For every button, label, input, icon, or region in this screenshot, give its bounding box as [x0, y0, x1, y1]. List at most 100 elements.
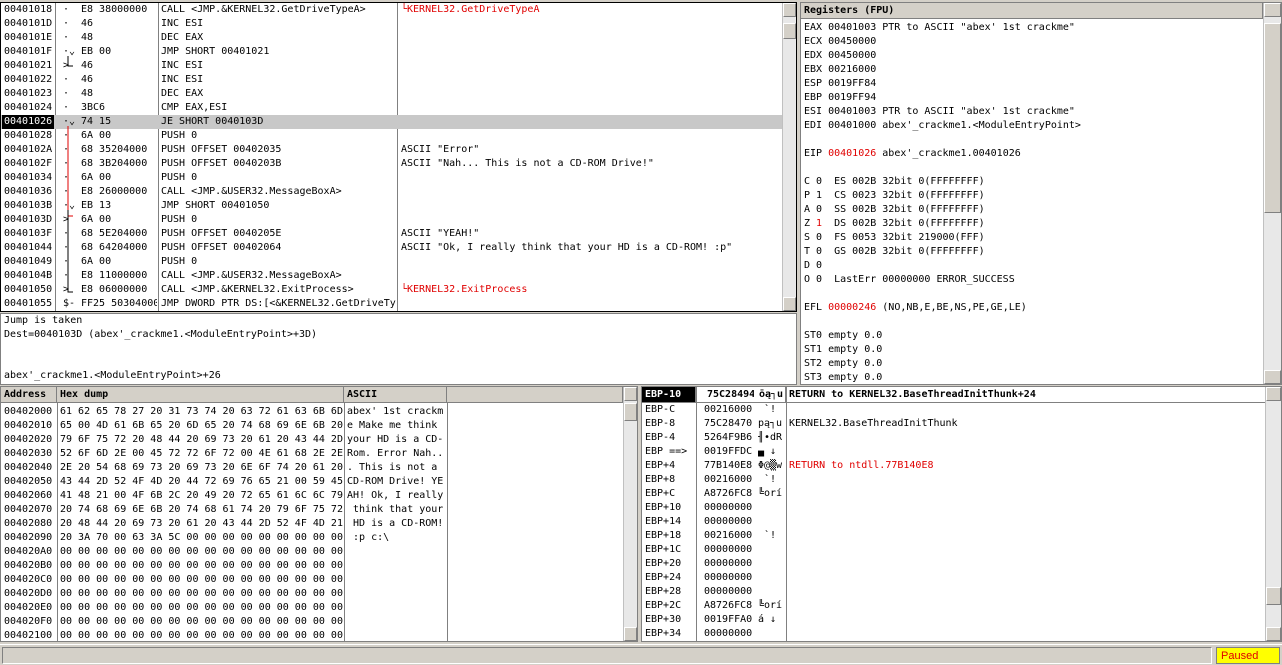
disasm-row[interactable]: 00401021 >46 INC ESI: [1, 59, 784, 73]
register-line[interactable]: EFL 00000246 (NO,NB,E,BE,NS,PE,GE,LE): [804, 301, 1254, 315]
register-line[interactable]: ST0 empty 0.0: [804, 329, 1254, 343]
stack-row[interactable]: EBP+4 77B140E8 Φ@▒w RETURN to ntdll.77B140E…: [642, 459, 1267, 473]
disasm-row[interactable]: 0040101D · 46 INC ESI: [1, 17, 784, 31]
stack-row[interactable]: EBP+1C 00000000: [642, 543, 1267, 557]
disasm-row[interactable]: 0040101F ·⌄ EB 00 JMP SHORT 00401021: [1, 45, 784, 59]
stack-row[interactable]: EBP+30 0019FFA0 á ↓: [642, 613, 1267, 627]
dump-row[interactable]: 004020C0 00 00 00 00 00 00 00 00 00 00 00…: [1, 573, 623, 587]
register-line[interactable]: ST3 empty 0.0: [804, 371, 1254, 384]
stack-row[interactable]: EBP-4 5264F9B6 ╢•dR: [642, 431, 1267, 445]
info-line-3: abex'_crackme1.<ModuleEntryPoint>+26: [4, 370, 221, 381]
stack-row[interactable]: EBP+28 00000000: [642, 585, 1267, 599]
dump-row[interactable]: 00402010 65 00 4D 61 6B 65 20 6D 65 20 74…: [1, 419, 623, 433]
register-line[interactable]: [804, 161, 1254, 175]
dump-row[interactable]: 004020F0 00 00 00 00 00 00 00 00 00 00 00…: [1, 615, 623, 629]
disasm-row[interactable]: 00401050 > E8 06000000 CALL <JMP.&KERNEL32…: [1, 283, 784, 297]
disasm-row[interactable]: 0040102A · 68 35204000 PUSH OFFSET 0040203…: [1, 143, 784, 157]
register-line[interactable]: T 0 GS 002B 32bit 0(FFFFFFFF): [804, 245, 1254, 259]
stack-row[interactable]: EBP+20 00000000: [642, 557, 1267, 571]
register-line[interactable]: ESP 0019FF84: [804, 77, 1254, 91]
stack-row[interactable]: EBP-8 75C28470 pą┐u KERNEL32.BaseThreadInit…: [642, 417, 1267, 431]
disasm-row[interactable]: 00401018 · E8 38000000 CALL <JMP.&KERNEL32…: [1, 3, 784, 17]
disasm-row[interactable]: 00401028 · 6A 00 PUSH 0: [1, 129, 784, 143]
disasm-row[interactable]: 0040103B ·⌄ EB 13 JMP SHORT 00401050: [1, 199, 784, 213]
register-line[interactable]: P 1 CS 0023 32bit 0(FFFFFFFF): [804, 189, 1254, 203]
registers-pane[interactable]: Registers (FPU) EAX 00401003 PTR to ASCI…: [800, 2, 1282, 385]
register-line[interactable]: [804, 315, 1254, 329]
dump-row[interactable]: 00402020 79 6F 75 72 20 48 44 20 69 73 20…: [1, 433, 623, 447]
disasm-row[interactable]: 00401034 · 6A 00 PUSH 0: [1, 171, 784, 185]
stack-row[interactable]: EBP-C 00216000 `!: [642, 403, 1267, 417]
dump-row[interactable]: 004020B0 00 00 00 00 00 00 00 00 00 00 00…: [1, 559, 623, 573]
stack-row[interactable]: EBP+2C A8726FC8 ╚orí: [642, 599, 1267, 613]
disasm-row[interactable]: 0040103F · 68 5E204000 PUSH OFFSET 0040205…: [1, 227, 784, 241]
info-line-2: Dest=0040103D (abex'_crackme1.<ModuleEnt…: [4, 329, 318, 340]
register-line[interactable]: A 0 SS 002B 32bit 0(FFFFFFFF): [804, 203, 1254, 217]
disasm-row[interactable]: 00401024 · 3BC6 CMP EAX,ESI: [1, 101, 784, 115]
stack-scrollbar[interactable]: [1265, 387, 1281, 641]
disasm-row[interactable]: 00401044 · 68 64204000 PUSH OFFSET 0040206…: [1, 241, 784, 255]
register-line[interactable]: C 0 ES 002B 32bit 0(FFFFFFFF): [804, 175, 1254, 189]
dump-pane[interactable]: Address Hex dump ASCII 00402000 61 62 65 …: [0, 386, 638, 642]
register-line[interactable]: ST2 empty 0.0: [804, 357, 1254, 371]
register-line[interactable]: EDX 00450000: [804, 49, 1254, 63]
dump-row[interactable]: 00402100 00 00 00 00 00 00 00 00 00 00 00…: [1, 629, 623, 641]
register-line[interactable]: EIP 00401026 abex'_crackme1.00401026: [804, 147, 1254, 161]
disasm-row[interactable]: 0040101E · 48 DEC EAX: [1, 31, 784, 45]
dump-row[interactable]: 00402030 52 6F 6D 2E 00 45 72 72 6F 72 00…: [1, 447, 623, 461]
stack-value: 0019FFA0: [704, 614, 753, 625]
stack-row[interactable]: EBP+14 00000000: [642, 515, 1267, 529]
disassembler-pane[interactable]: 00401018 · E8 38000000 CALL <JMP.&KERNEL32…: [0, 2, 797, 312]
register-line[interactable]: EBX 00216000: [804, 63, 1254, 77]
dump-header-address[interactable]: Address: [1, 387, 57, 403]
disasm-row[interactable]: 00401049 · 6A 00 PUSH 0: [1, 255, 784, 269]
register-line[interactable]: S 0 FS 0053 32bit 219000(FFF): [804, 231, 1254, 245]
dump-header-ascii[interactable]: ASCII: [344, 387, 447, 403]
register-line[interactable]: EBP 0019FF94: [804, 91, 1254, 105]
dump-row[interactable]: 00402000 61 62 65 78 27 20 31 73 74 20 63…: [1, 405, 623, 419]
dump-row[interactable]: 004020A0 00 00 00 00 00 00 00 00 00 00 00…: [1, 545, 623, 559]
register-line[interactable]: [804, 133, 1254, 147]
dump-scrollbar[interactable]: [623, 387, 637, 641]
stack-row[interactable]: EBP+34 00000000: [642, 627, 1267, 641]
register-line[interactable]: D 0: [804, 259, 1254, 273]
stack-row[interactable]: EBP+C A8726FC8 ╚orí: [642, 487, 1267, 501]
stack-offset: EBP+14: [645, 516, 682, 527]
register-line[interactable]: O 0 LastErr 00000000 ERROR_SUCCESS: [804, 273, 1254, 287]
dump-row[interactable]: 00402070 20 74 68 69 6E 6B 20 74 68 61 74…: [1, 503, 623, 517]
dump-row[interactable]: 00402090 20 3A 70 00 63 3A 5C 00 00 00 00…: [1, 531, 623, 545]
register-line[interactable]: ESI 00401003 PTR to ASCII "abex' 1st cra…: [804, 105, 1254, 119]
register-line[interactable]: ECX 00450000: [804, 35, 1254, 49]
register-line[interactable]: [804, 287, 1254, 301]
register-line[interactable]: EAX 00401003 PTR to ASCII "abex' 1st cra…: [804, 21, 1254, 35]
stack-pane[interactable]: EBP-10 75C28494 ōą┐u RETURN to KERNEL32.…: [641, 386, 1282, 642]
disasm-row[interactable]: 0040102F · 68 3B204000 PUSH OFFSET 0040203…: [1, 157, 784, 171]
dump-row[interactable]: 00402060 41 48 21 00 4F 6B 2C 20 49 20 72…: [1, 489, 623, 503]
stack-row[interactable]: EBP+24 00000000: [642, 571, 1267, 585]
registers-scrollbar[interactable]: [1263, 3, 1281, 384]
stack-ascii: ╚orí: [758, 600, 783, 611]
disasm-row[interactable]: 0040104B · E8 11000000 CALL <JMP.&USER32.M…: [1, 269, 784, 283]
stack-header-offset[interactable]: EBP-10: [642, 387, 696, 403]
stack-row[interactable]: EBP+10 00000000: [642, 501, 1267, 515]
dump-row[interactable]: 00402040 2E 20 54 68 69 73 20 69 73 20 6E…: [1, 461, 623, 475]
register-line[interactable]: Z 1 DS 002B 32bit 0(FFFFFFFF): [804, 217, 1254, 231]
disasm-row[interactable]: 00401036 · E8 26000000 CALL <JMP.&USER32.M…: [1, 185, 784, 199]
disasm-row[interactable]: 00401026 ·⌄ 74 15 JE SHORT 0040103D: [1, 115, 784, 129]
dump-header-hex[interactable]: Hex dump: [57, 387, 344, 403]
disasm-row[interactable]: 00401022 · 46 INC ESI: [1, 73, 784, 87]
dump-row[interactable]: 004020D0 00 00 00 00 00 00 00 00 00 00 00…: [1, 587, 623, 601]
disasm-row[interactable]: 00401055 $- FF25 50304000 JMP DWORD PTR DS…: [1, 297, 784, 311]
stack-row[interactable]: EBP ==> 0019FFDC ▄ ↓: [642, 445, 1267, 459]
stack-row[interactable]: EBP+18 00216000 `!: [642, 529, 1267, 543]
stack-row[interactable]: EBP+8 00216000 `!: [642, 473, 1267, 487]
register-line[interactable]: EDI 00401000 abex'_crackme1.<ModuleEntry…: [804, 119, 1254, 133]
dump-row[interactable]: 00402050 43 44 2D 52 4F 4D 20 44 72 69 76…: [1, 475, 623, 489]
dump-row[interactable]: 00402080 20 48 44 20 69 73 20 61 20 43 44…: [1, 517, 623, 531]
disasm-row[interactable]: 00401023 · 48 DEC EAX: [1, 87, 784, 101]
register-line[interactable]: ST1 empty 0.0: [804, 343, 1254, 357]
disasm-address: 0040101D: [4, 18, 53, 29]
disasm-row[interactable]: 0040103D >6A 00 PUSH 0: [1, 213, 784, 227]
disasm-scrollbar[interactable]: [782, 3, 796, 311]
dump-row[interactable]: 004020E0 00 00 00 00 00 00 00 00 00 00 00…: [1, 601, 623, 615]
